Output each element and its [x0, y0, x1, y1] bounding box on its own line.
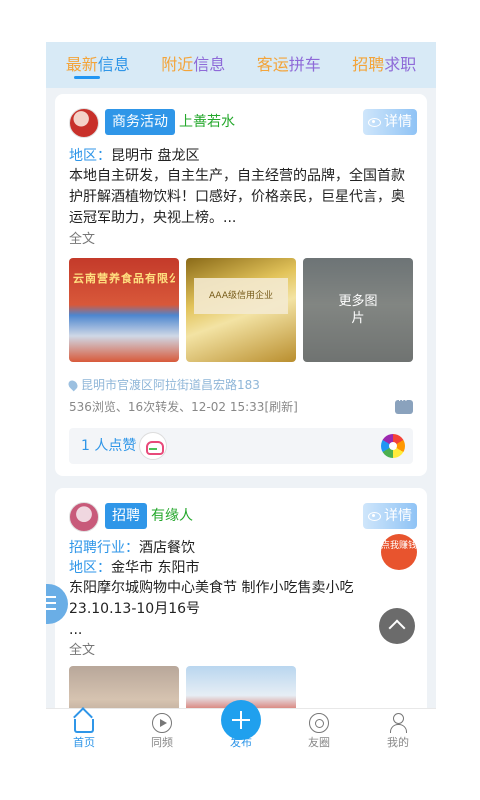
nav-home[interactable]: 首页 [54, 709, 114, 750]
tab-carpool-part2: 拼车 [288, 55, 321, 74]
post-image-3[interactable]: 更多图片 [303, 258, 413, 362]
detail-label: 详情 [384, 114, 412, 130]
region-line: 地区：金华市 东阳市 [69, 558, 199, 578]
more-images-label: 更多图片 [338, 294, 378, 326]
tab-latest-part1: 最新 [65, 55, 98, 74]
post-image-1[interactable]: 云南营养食品有限公司 [69, 258, 179, 362]
full-text-link[interactable]: 全文 [69, 231, 95, 249]
like-row: 1 人点赞 [69, 428, 413, 464]
comment-icon[interactable] [395, 396, 413, 414]
region-value: 昆明市 盘龙区 [111, 148, 200, 164]
nav-circle[interactable]: 友圈 [289, 709, 349, 750]
region-line: 地区：昆明市 盘龙区 [69, 146, 199, 166]
industry-label: 招聘行业： [69, 540, 139, 556]
region-label: 地区： [69, 148, 111, 164]
more-images-overlay[interactable]: 更多图片 [303, 258, 413, 362]
post-body: 本地自主研发，自主生产，自主经营的品牌，全国首款护肝解酒植物饮料！口感好，价格亲… [69, 168, 405, 226]
industry-line: 招聘行业：酒店餐饮 [69, 538, 195, 558]
tab-latest-part2: 信息 [97, 55, 130, 74]
tab-jobs[interactable]: 招聘求职 [350, 55, 418, 75]
category-badge: 商务活动 [105, 109, 175, 135]
nav-circle-label: 友圈 [308, 736, 330, 749]
top-tab-bar: 最新信息 附近信息 客运拼车 招聘求职 [46, 42, 436, 88]
tab-latest-info[interactable]: 最新信息 [64, 55, 132, 75]
detail-button[interactable]: 详情 [363, 109, 417, 135]
play-icon [152, 713, 172, 733]
nav-video[interactable]: 同频 [132, 709, 192, 750]
post-card[interactable]: 商务活动 上善若水 详情 地区：昆明市 盘龙区 本地自主研发，自主生产，自主经营… [55, 94, 427, 476]
active-tab-indicator [74, 76, 100, 79]
location-line[interactable]: 昆明市官渡区阿拉街道昌宏路183 [66, 377, 260, 393]
tab-nearby-info[interactable]: 附近信息 [159, 55, 227, 75]
like-icon[interactable] [139, 432, 167, 460]
industry-value: 酒店餐饮 [139, 540, 195, 556]
tab-nearby-part1: 附近 [161, 55, 194, 74]
person-icon [388, 713, 408, 733]
nav-video-label: 同频 [151, 736, 173, 749]
bottom-navigation: 首页 同频 发布 友圈 我的 [46, 700, 436, 750]
app-screen: 最新信息 附近信息 客运拼车 招聘求职 商务活动 上善若水 详情 地区：昆明市 … [46, 42, 436, 750]
region-label: 地区： [69, 560, 111, 576]
image-plaque-text: AAA级信用企业 [194, 278, 288, 314]
like-count: 1 人点赞 [81, 438, 137, 454]
image-sign-text: 云南营养食品有限公司 [73, 272, 175, 285]
category-badge: 招聘 [105, 503, 147, 529]
tab-carpool-part1: 客运 [256, 55, 289, 74]
tab-jobs-part2: 求职 [384, 55, 417, 74]
earn-money-badge[interactable]: 点我赚钱 [381, 534, 417, 570]
region-value: 金华市 东阳市 [111, 560, 200, 576]
detail-label: 详情 [384, 508, 412, 524]
eye-icon [368, 117, 381, 127]
tab-nearby-part2: 信息 [193, 55, 226, 74]
tab-jobs-part1: 招聘 [352, 55, 385, 74]
user-name[interactable]: 有缘人 [151, 506, 193, 526]
eye-icon [368, 511, 381, 521]
post-stats: 536浏览、16次转发、12-02 15:33[刷新] [69, 400, 298, 414]
share-aperture-icon[interactable] [381, 434, 405, 458]
nav-home-label: 首页 [73, 736, 95, 749]
location-pin-icon [66, 378, 80, 392]
post-image-2[interactable]: AAA级信用企业 [186, 258, 296, 362]
avatar[interactable] [69, 108, 99, 138]
circle-icon [309, 713, 329, 733]
user-name[interactable]: 上善若水 [179, 112, 235, 132]
scroll-to-top-button[interactable] [379, 608, 415, 644]
avatar[interactable] [69, 502, 99, 532]
tab-carpool[interactable]: 客运拼车 [255, 55, 323, 75]
location-text: 昆明市官渡区阿拉街道昌宏路183 [81, 378, 260, 392]
publish-plus-button[interactable] [221, 700, 261, 740]
nav-me[interactable]: 我的 [368, 709, 428, 750]
post-body: 东阳摩尔城购物中心美食节 制作小吃售卖小吃 23.10.13-10月16号 [69, 580, 354, 617]
home-icon [74, 719, 94, 733]
nav-me-label: 我的 [387, 736, 409, 749]
post-body-ellipsis: ... [69, 622, 83, 638]
full-text-link[interactable]: 全文 [69, 642, 95, 660]
detail-button[interactable]: 详情 [363, 503, 417, 529]
